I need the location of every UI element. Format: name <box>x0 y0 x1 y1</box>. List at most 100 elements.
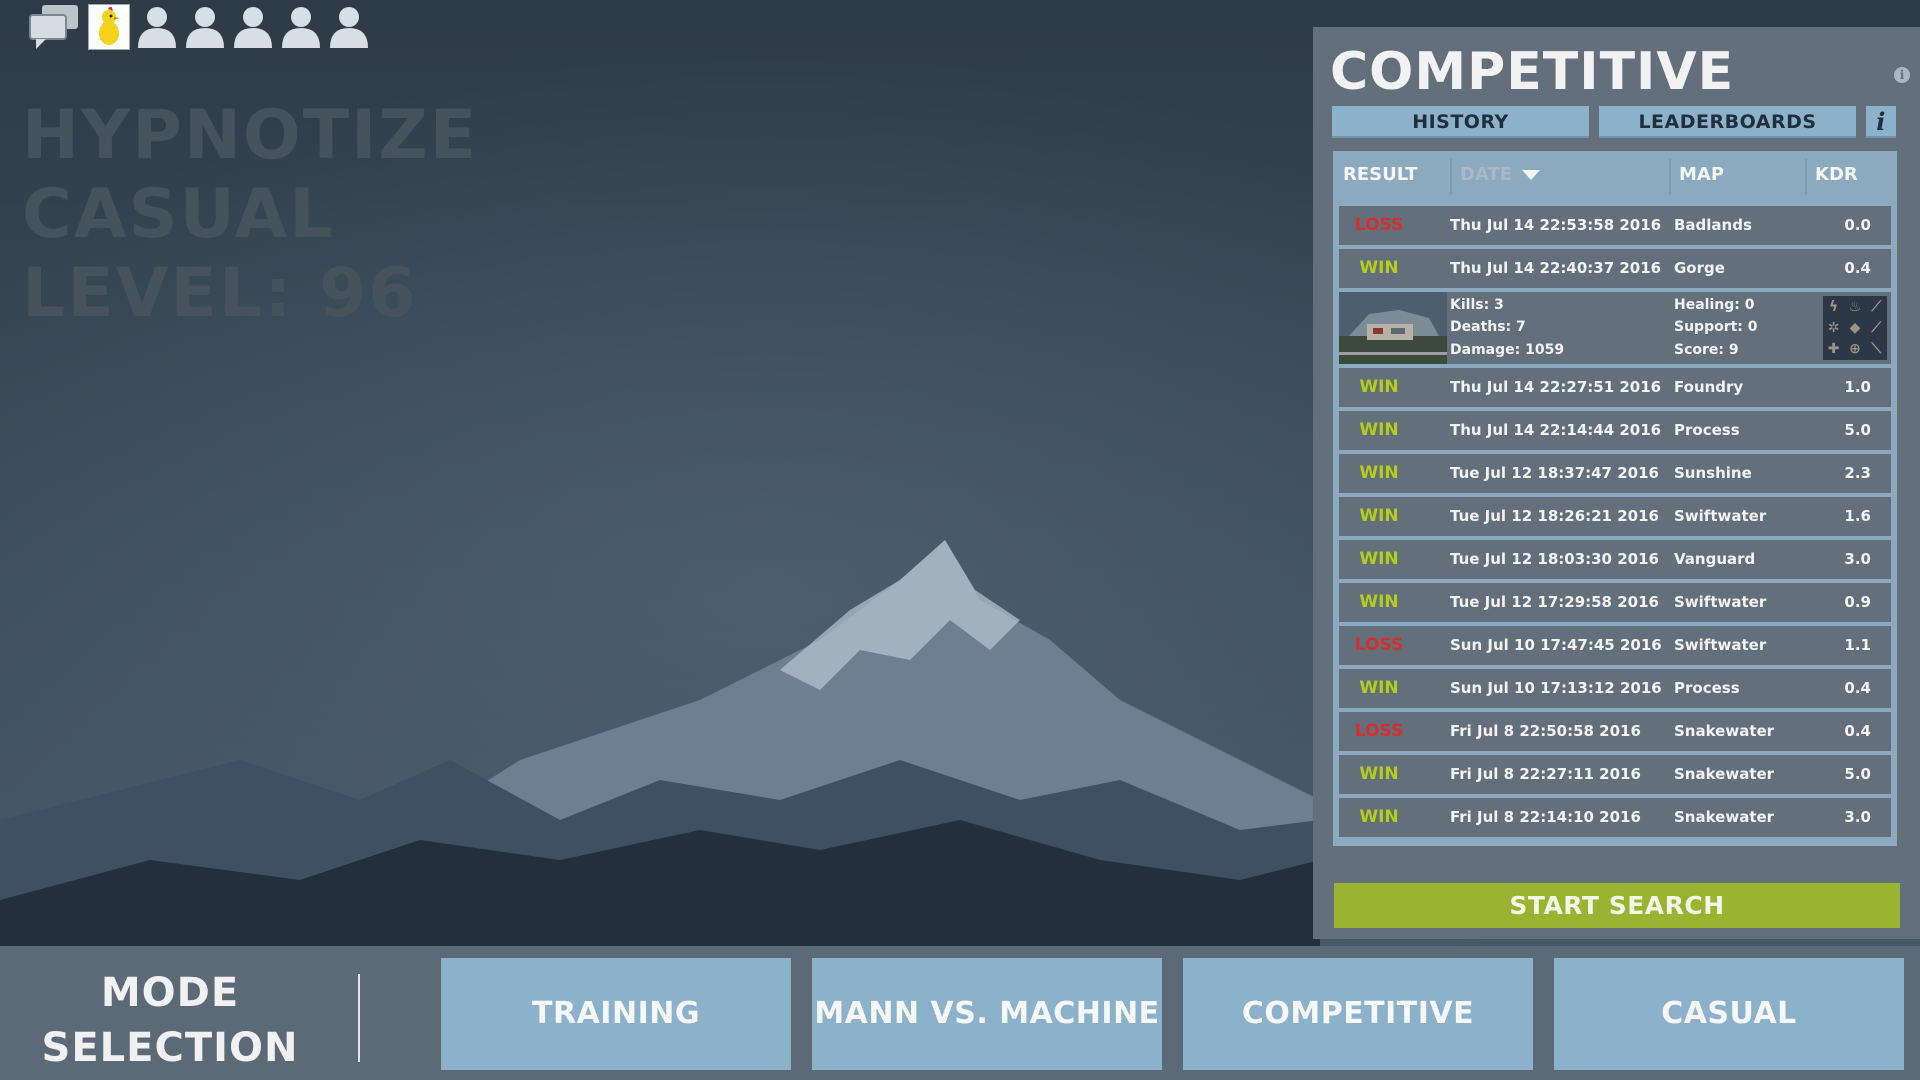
tab-history[interactable]: HISTORY <box>1332 106 1589 138</box>
friend-icon[interactable] <box>328 4 370 50</box>
match-map: Foundry <box>1674 378 1744 396</box>
column-kdr[interactable]: KDR <box>1815 151 1858 199</box>
match-date: Thu Jul 14 22:53:58 2016 <box>1450 216 1662 234</box>
match-map: Sunshine <box>1674 464 1752 482</box>
match-date: Fri Jul 8 22:27:11 2016 <box>1450 765 1641 783</box>
match-result: WIN <box>1359 678 1399 698</box>
match-result: WIN <box>1359 420 1399 440</box>
match-row[interactable]: WIN Sun Jul 10 17:13:12 2016 Process 0.4 <box>1339 669 1891 708</box>
player-avatar[interactable] <box>88 4 130 50</box>
mode-selection-title: MODE SELECTION <box>30 966 310 1076</box>
match-result: WIN <box>1359 549 1399 569</box>
match-map: Badlands <box>1674 216 1752 234</box>
crosshair-medal-icon: ⊕ <box>1849 341 1861 358</box>
match-row[interactable]: WIN Tue Jul 12 18:37:47 2016 Sunshine 2.… <box>1339 454 1891 493</box>
competitive-button[interactable]: COMPETITIVE <box>1183 958 1533 1070</box>
social-bar <box>28 2 370 52</box>
match-map: Vanguard <box>1674 550 1756 568</box>
match-map: Snakewater <box>1674 722 1775 740</box>
table-header: RESULT DATE MAP KDR <box>1333 151 1897 199</box>
match-date: Fri Jul 8 22:14:10 2016 <box>1450 808 1641 826</box>
match-map: Swiftwater <box>1674 507 1767 525</box>
match-row[interactable]: LOSS Fri Jul 8 22:50:58 2016 Snakewater … <box>1339 712 1891 751</box>
match-kdr: 0.0 <box>1844 216 1871 234</box>
match-kdr: 0.4 <box>1844 679 1871 697</box>
match-row[interactable]: LOSS Sun Jul 10 17:47:45 2016 Swiftwater… <box>1339 626 1891 665</box>
stat-kills: Kills: 3 <box>1450 297 1504 313</box>
shield-medal-icon: ◆ <box>1849 319 1861 336</box>
match-result: LOSS <box>1354 215 1404 235</box>
competitive-panel: COMPETITIVE i HISTORY LEADERBOARDS i RES… <box>1313 27 1920 939</box>
friend-icon[interactable] <box>136 4 178 50</box>
match-map: Swiftwater <box>1674 636 1767 654</box>
match-kdr: 1.6 <box>1844 507 1871 525</box>
match-kdr: 0.4 <box>1844 722 1871 740</box>
stat-damage: Damage: 1059 <box>1450 342 1565 358</box>
match-row[interactable]: WIN Tue Jul 12 18:03:30 2016 Vanguard 3.… <box>1339 540 1891 579</box>
medal-grid: ϟ ♨ ⟋ ✲ ◆ ⟋ ✚ ⊕ ⟍ <box>1823 296 1887 360</box>
column-map[interactable]: MAP <box>1679 151 1724 199</box>
match-kdr: 3.0 <box>1844 808 1871 826</box>
start-search-button[interactable]: START SEARCH <box>1334 883 1900 928</box>
match-row[interactable]: WIN Thu Jul 14 22:27:51 2016 Foundry 1.0 <box>1339 368 1891 407</box>
match-date: Tue Jul 12 18:03:30 2016 <box>1450 550 1659 568</box>
column-divider <box>1450 159 1452 195</box>
tab-info[interactable]: i <box>1866 106 1896 138</box>
match-row[interactable]: WIN Tue Jul 12 18:26:21 2016 Swiftwater … <box>1339 497 1891 536</box>
column-date[interactable]: DATE <box>1460 151 1541 199</box>
match-map: Swiftwater <box>1674 593 1767 611</box>
match-row[interactable]: LOSS Thu Jul 14 22:53:58 2016 Badlands 0… <box>1339 206 1891 245</box>
blade-medal-icon: ⟍ <box>1871 341 1882 358</box>
match-result: LOSS <box>1354 635 1404 655</box>
cross-medal-icon: ✚ <box>1827 341 1840 358</box>
mode-title-line1: MODE <box>100 970 240 1016</box>
match-kdr: 1.1 <box>1844 636 1871 654</box>
match-date: Fri Jul 8 22:50:58 2016 <box>1450 722 1641 740</box>
info-icon[interactable]: i <box>1894 67 1910 83</box>
match-map: Snakewater <box>1674 765 1775 783</box>
chat-icon[interactable] <box>28 3 82 51</box>
match-row[interactable]: WIN Thu Jul 14 22:14:44 2016 Process 5.0 <box>1339 411 1891 450</box>
column-divider <box>1805 159 1807 195</box>
mode-divider <box>358 974 360 1062</box>
player-mode: CASUAL <box>22 175 335 254</box>
friend-icon[interactable] <box>232 4 274 50</box>
casual-button[interactable]: CASUAL <box>1554 958 1904 1070</box>
friend-icon[interactable] <box>280 4 322 50</box>
match-result: WIN <box>1359 463 1399 483</box>
panel-title: COMPETITIVE <box>1330 42 1735 102</box>
match-result: LOSS <box>1354 721 1404 741</box>
match-result: WIN <box>1359 807 1399 827</box>
match-result: WIN <box>1359 506 1399 526</box>
match-date: Thu Jul 14 22:27:51 2016 <box>1450 378 1662 396</box>
match-kdr: 2.3 <box>1844 464 1871 482</box>
match-date: Sun Jul 10 17:13:12 2016 <box>1450 679 1662 697</box>
mann-vs-machine-button[interactable]: MANN VS. MACHINE <box>812 958 1162 1070</box>
match-date: Thu Jul 14 22:40:37 2016 <box>1450 259 1662 277</box>
sword-medal-icon: ⟋ <box>1871 319 1882 336</box>
match-kdr: 3.0 <box>1844 550 1871 568</box>
match-date: Sun Jul 10 17:47:45 2016 <box>1450 636 1662 654</box>
stat-support: Support: 0 <box>1674 319 1758 335</box>
match-rows: LOSS Thu Jul 14 22:53:58 2016 Badlands 0… <box>1339 206 1891 841</box>
column-divider <box>1669 159 1671 195</box>
match-result: WIN <box>1359 592 1399 612</box>
column-result[interactable]: RESULT <box>1343 151 1418 199</box>
mode-selection-bar: MODE SELECTION TRAINING MANN VS. MACHINE… <box>0 946 1920 1080</box>
match-map: Process <box>1674 679 1740 697</box>
stat-score: Score: 9 <box>1674 342 1739 358</box>
match-result: WIN <box>1359 764 1399 784</box>
training-button[interactable]: TRAINING <box>441 958 791 1070</box>
match-date: Tue Jul 12 18:26:21 2016 <box>1450 507 1659 525</box>
match-row[interactable]: WIN Fri Jul 8 22:14:10 2016 Snakewater 3… <box>1339 798 1891 837</box>
sort-down-icon <box>1522 170 1541 180</box>
gear-medal-icon: ✲ <box>1827 319 1840 336</box>
match-map: Process <box>1674 421 1740 439</box>
match-row[interactable]: WIN Thu Jul 14 22:40:37 2016 Gorge 0.4 <box>1339 249 1891 288</box>
friend-icon[interactable] <box>184 4 226 50</box>
match-row[interactable]: WIN Fri Jul 8 22:27:11 2016 Snakewater 5… <box>1339 755 1891 794</box>
tab-leaderboards[interactable]: LEADERBOARDS <box>1599 106 1856 138</box>
match-date: Tue Jul 12 17:29:58 2016 <box>1450 593 1659 611</box>
match-row[interactable]: WIN Tue Jul 12 17:29:58 2016 Swiftwater … <box>1339 583 1891 622</box>
match-kdr: 0.4 <box>1844 259 1871 277</box>
